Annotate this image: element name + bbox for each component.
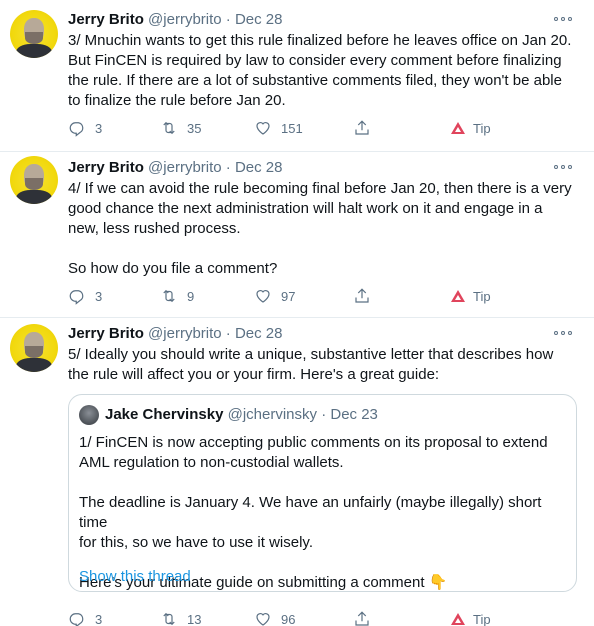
like-button[interactable]: 151 bbox=[254, 117, 303, 139]
retweet-button[interactable]: 35 bbox=[160, 117, 201, 139]
heart-icon bbox=[256, 122, 270, 135]
reply-count: 3 bbox=[95, 611, 103, 626]
share-icon bbox=[355, 611, 369, 626]
author-name[interactable]: Jerry Brito bbox=[68, 159, 144, 176]
separator: · bbox=[225, 159, 231, 176]
quoted-tweet-header: Jake Chervinsky @jchervinsky · Dec 23 bbox=[105, 405, 378, 425]
tweet-actions: 3 13 96 Tip bbox=[68, 608, 508, 626]
reply-button[interactable]: 3 bbox=[68, 285, 102, 307]
more-options-icon[interactable] bbox=[554, 160, 576, 174]
author-handle[interactable]: @jerrybrito bbox=[148, 11, 222, 28]
avatar[interactable] bbox=[10, 324, 58, 372]
tweet-header: Jerry Brito @jerrybrito · Dec 28 bbox=[68, 324, 283, 344]
share-button[interactable] bbox=[353, 117, 371, 139]
author-handle[interactable]: @jchervinsky bbox=[228, 406, 317, 423]
more-options-icon[interactable] bbox=[554, 326, 576, 340]
like-button[interactable]: 96 bbox=[254, 608, 295, 626]
more-options-icon[interactable] bbox=[554, 12, 576, 26]
reply-count: 3 bbox=[95, 120, 103, 136]
like-count: 97 bbox=[281, 288, 296, 304]
reply-button[interactable]: 3 bbox=[68, 117, 102, 139]
tip-button[interactable]: Tip bbox=[451, 285, 491, 307]
retweet-icon bbox=[163, 289, 175, 303]
retweet-count: 13 bbox=[187, 611, 202, 626]
tweet-text: 4/ If we can avoid the rule becoming fin… bbox=[68, 180, 572, 277]
share-icon bbox=[355, 120, 369, 135]
tip-label: Tip bbox=[473, 611, 491, 626]
tweet-date[interactable]: Dec 28 bbox=[235, 11, 283, 28]
like-button[interactable]: 97 bbox=[254, 285, 295, 307]
author-name[interactable]: Jerry Brito bbox=[68, 325, 144, 342]
reply-icon bbox=[69, 613, 84, 626]
tweet-date[interactable]: Dec 28 bbox=[235, 159, 283, 176]
retweet-button[interactable]: 9 bbox=[160, 285, 194, 307]
share-icon bbox=[355, 288, 369, 303]
retweet-icon bbox=[163, 612, 175, 626]
author-name[interactable]: Jerry Brito bbox=[68, 11, 144, 28]
retweet-count: 9 bbox=[187, 288, 195, 304]
avatar[interactable] bbox=[10, 156, 58, 204]
tweet-actions: 3 9 97 Tip bbox=[68, 285, 508, 307]
tweet-header: Jerry Brito @jerrybrito · Dec 28 bbox=[68, 158, 283, 178]
quoted-tweet[interactable]: Jake Chervinsky @jchervinsky · Dec 23 1/… bbox=[68, 394, 577, 592]
separator: · bbox=[321, 406, 327, 423]
retweet-count: 35 bbox=[187, 120, 202, 136]
tip-button[interactable]: Tip bbox=[451, 608, 491, 626]
tweet-date[interactable]: Dec 23 bbox=[330, 406, 378, 423]
avatar[interactable] bbox=[10, 10, 58, 58]
author-name[interactable]: Jake Chervinsky bbox=[105, 406, 223, 423]
tip-button[interactable]: Tip bbox=[451, 117, 491, 139]
tip-label: Tip bbox=[473, 288, 491, 304]
reply-count: 3 bbox=[95, 288, 103, 304]
separator: · bbox=[225, 11, 231, 28]
tweet-text: 3/ Mnuchin wants to get this rule finali… bbox=[68, 32, 572, 109]
tweet-date[interactable]: Dec 28 bbox=[235, 325, 283, 342]
reply-icon bbox=[69, 122, 84, 137]
reply-icon bbox=[69, 290, 84, 305]
share-button[interactable] bbox=[353, 608, 371, 626]
reply-button[interactable]: 3 bbox=[68, 608, 102, 626]
tip-icon bbox=[451, 290, 465, 302]
like-count: 96 bbox=[281, 611, 296, 626]
tweet[interactable]: Jerry Brito @jerrybrito · Dec 28 5/ Idea… bbox=[0, 318, 594, 626]
show-thread-link[interactable]: Show this thread bbox=[79, 567, 191, 587]
tweet[interactable]: Jerry Brito @jerrybrito · Dec 28 3/ Mnuc… bbox=[0, 0, 594, 152]
heart-icon bbox=[256, 290, 270, 303]
tip-icon bbox=[451, 122, 465, 134]
author-handle[interactable]: @jerrybrito bbox=[148, 159, 222, 176]
separator: · bbox=[225, 325, 231, 342]
share-button[interactable] bbox=[353, 285, 371, 307]
author-handle[interactable]: @jerrybrito bbox=[148, 325, 222, 342]
tweet-actions: 3 35 151 Tip bbox=[68, 117, 508, 139]
heart-icon bbox=[256, 613, 270, 626]
tweet-text: 5/ Ideally you should write a unique, su… bbox=[68, 346, 554, 383]
retweet-icon bbox=[163, 121, 175, 135]
avatar[interactable] bbox=[79, 405, 99, 425]
tip-label: Tip bbox=[473, 120, 491, 136]
retweet-button[interactable]: 13 bbox=[160, 608, 201, 626]
like-count: 151 bbox=[281, 120, 303, 136]
tweet[interactable]: Jerry Brito @jerrybrito · Dec 28 4/ If w… bbox=[0, 152, 594, 318]
tweet-header: Jerry Brito @jerrybrito · Dec 28 bbox=[68, 10, 283, 30]
tip-icon bbox=[451, 613, 465, 625]
